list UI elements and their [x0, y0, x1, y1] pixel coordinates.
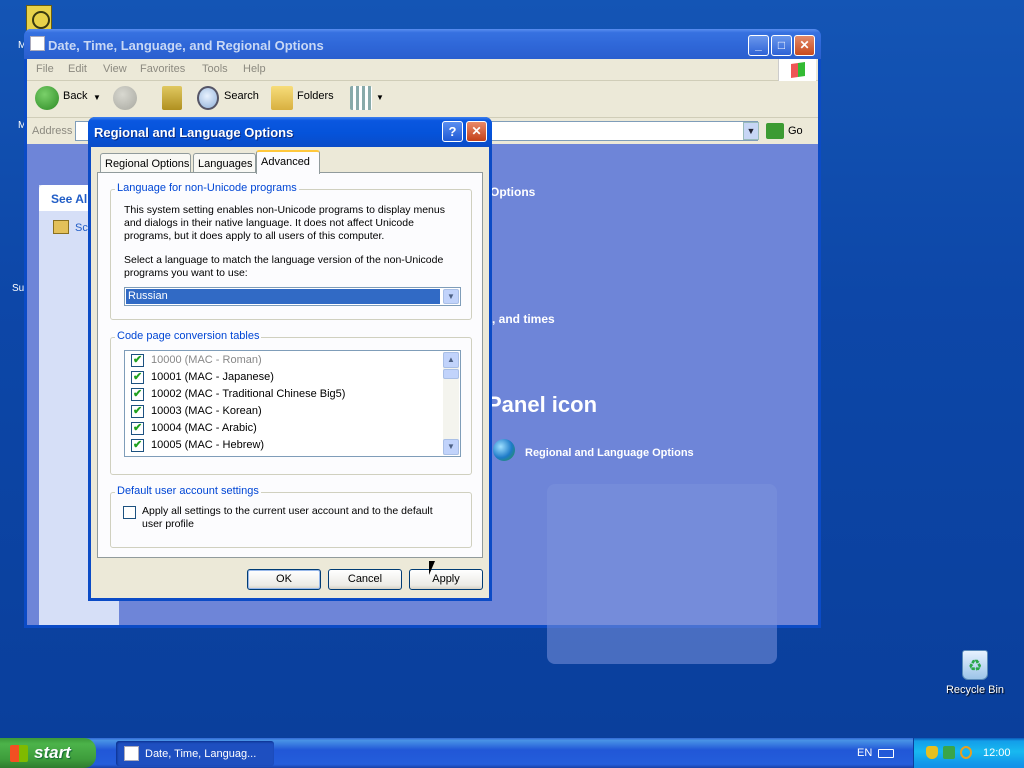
taskbar-window-label: Date, Time, Languag...	[145, 748, 257, 760]
close-button[interactable]: ✕	[794, 35, 815, 56]
address-dropdown-icon[interactable]: ▼	[743, 122, 759, 140]
checkbox[interactable]	[131, 404, 144, 418]
menu-favorites[interactable]: Favorites	[140, 63, 185, 75]
toolbar: Back ▼ Search Folders ▼	[27, 82, 818, 118]
control-panel-icon	[30, 36, 45, 51]
regional-options-link[interactable]: Regional and Language Options	[525, 447, 694, 459]
language-select[interactable]: Russian ▼	[124, 287, 461, 306]
checkbox[interactable]	[131, 438, 144, 452]
language-indicator[interactable]: EN	[857, 747, 872, 759]
folders-icon[interactable]	[271, 86, 293, 110]
checkbox[interactable]	[131, 353, 144, 367]
dialog-title-bar[interactable]: Regional and Language Options ? ✕	[88, 117, 492, 147]
ok-button[interactable]: OK	[247, 569, 321, 590]
pick-panel-heading: Panel icon	[487, 392, 598, 417]
search-icon[interactable]	[960, 746, 972, 759]
non-unicode-group-label: Language for non-Unicode programs	[115, 182, 299, 194]
taskbar: start Date, Time, Languag... EN 12:00	[0, 738, 1024, 768]
scroll-up-icon[interactable]: ▲	[443, 352, 459, 368]
code-page-group-label: Code page conversion tables	[115, 330, 262, 342]
dialog-title: Regional and Language Options	[94, 125, 294, 140]
apply-button[interactable]: Apply	[409, 569, 483, 590]
back-button[interactable]: Back	[63, 90, 87, 102]
windows-flag-icon	[10, 745, 28, 762]
category-heading-fragment: Options	[490, 185, 536, 199]
regional-language-dialog: Regional and Language Options ? ✕ Region…	[88, 117, 492, 601]
scroll-thumb[interactable]	[443, 369, 459, 379]
system-tray: 12:00	[913, 738, 1024, 768]
dialog-close-button[interactable]: ✕	[466, 121, 487, 142]
menu-help[interactable]: Help	[243, 63, 266, 75]
folders-button[interactable]: Folders	[297, 90, 334, 102]
mouse-cursor-icon	[429, 561, 435, 575]
menu-edit[interactable]: Edit	[68, 63, 87, 75]
default-user-group-label: Default user account settings	[115, 485, 261, 497]
windows-logo-icon	[778, 59, 816, 81]
apply-default-profile-checkbox[interactable]	[123, 506, 136, 519]
language-select-value: Russian	[126, 289, 440, 304]
desktop-shortcut-icon[interactable]	[26, 5, 52, 31]
up-folder-icon[interactable]	[162, 86, 182, 110]
explorer-title-bar[interactable]: Date, Time, Language, and Regional Optio…	[24, 29, 821, 59]
tab-regional-options[interactable]: Regional Options	[100, 153, 191, 173]
globe-icon[interactable]	[493, 439, 515, 461]
code-page-list[interactable]: 10000 (MAC - Roman) 10001 (MAC - Japanes…	[124, 350, 461, 457]
menu-tools[interactable]: Tools	[202, 63, 228, 75]
control-panel-icon	[124, 746, 139, 761]
checkbox[interactable]	[131, 387, 144, 401]
chevron-down-icon[interactable]: ▼	[443, 289, 459, 304]
checkbox[interactable]	[131, 421, 144, 435]
tab-advanced[interactable]: Advanced	[256, 150, 320, 174]
advanced-tab-panel: Language for non-Unicode programs This s…	[97, 172, 483, 558]
search-icon[interactable]	[197, 86, 219, 110]
code-page-group: Code page conversion tables 10000 (MAC -…	[110, 330, 472, 475]
views-icon[interactable]	[350, 86, 372, 110]
non-unicode-description: This system setting enables non-Unicode …	[124, 204, 445, 242]
forward-arrow-icon[interactable]	[113, 86, 137, 110]
start-label: start	[34, 743, 71, 762]
minimize-button[interactable]: _	[748, 35, 769, 56]
network-icon[interactable]	[943, 746, 955, 759]
apply-default-profile-label[interactable]: Apply all settings to the current user a…	[142, 505, 433, 531]
recycle-bin-label: Recycle Bin	[945, 684, 1005, 696]
menu-bar: File Edit View Favorites Tools Help	[27, 59, 818, 81]
address-label: Address	[32, 125, 73, 137]
back-arrow-icon[interactable]	[35, 86, 59, 110]
keyboard-icon[interactable]	[878, 749, 894, 758]
explorer-title: Date, Time, Language, and Regional Optio…	[48, 38, 324, 53]
security-shield-icon[interactable]	[926, 746, 938, 759]
views-dropdown-icon[interactable]: ▼	[376, 93, 384, 102]
start-button[interactable]: start	[0, 738, 96, 768]
cancel-button[interactable]: Cancel	[328, 569, 402, 590]
tab-languages[interactable]: Languages	[193, 153, 256, 173]
go-button[interactable]: Go	[788, 125, 803, 137]
list-scrollbar[interactable]: ▲ ▼	[443, 352, 459, 455]
go-arrow-icon[interactable]	[766, 123, 784, 139]
task-link-fragment[interactable]: , and times	[492, 312, 555, 326]
watermark-graphic	[547, 484, 777, 664]
desktop-icon-label-fragment: Su	[12, 283, 25, 294]
recycle-bin-icon	[962, 650, 988, 680]
non-unicode-group: Language for non-Unicode programs This s…	[110, 182, 472, 320]
scroll-down-icon[interactable]: ▼	[443, 439, 459, 455]
search-button[interactable]: Search	[224, 90, 259, 102]
help-button[interactable]: ?	[442, 121, 463, 142]
language-select-prompt: Select a language to match the language …	[124, 254, 444, 279]
dialog-body: Regional Options Languages Advanced Lang…	[91, 147, 489, 598]
taskbar-window-button[interactable]: Date, Time, Languag...	[116, 741, 274, 766]
back-dropdown-icon[interactable]: ▼	[93, 93, 101, 102]
clock[interactable]: 12:00	[983, 747, 1011, 759]
task-icon	[53, 220, 69, 234]
task-link[interactable]: Sc	[75, 222, 88, 234]
recycle-bin[interactable]: Recycle Bin	[940, 650, 1010, 696]
checkbox[interactable]	[131, 370, 144, 384]
menu-file[interactable]: File	[36, 63, 54, 75]
default-user-group: Default user account settings Apply all …	[110, 485, 472, 548]
menu-view[interactable]: View	[103, 63, 127, 75]
maximize-button[interactable]: □	[771, 35, 792, 56]
